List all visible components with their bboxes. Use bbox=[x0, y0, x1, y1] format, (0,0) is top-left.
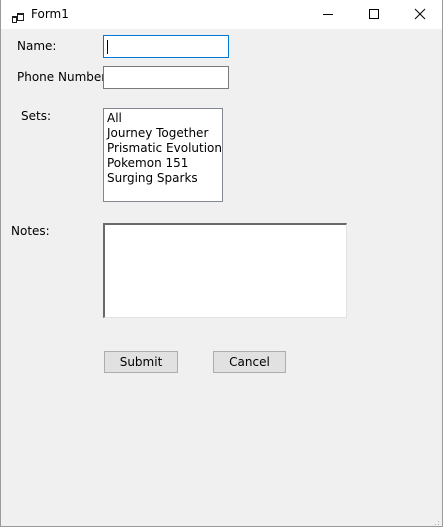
windows-form-icon bbox=[12, 8, 24, 23]
form-window: Form1 Name: Phone Number: Sets: All Jour… bbox=[0, 0, 443, 527]
maximize-button[interactable] bbox=[351, 0, 397, 29]
list-item-journey-together[interactable]: Journey Together bbox=[107, 126, 222, 141]
list-item-surging-sparks[interactable]: Surging Sparks bbox=[107, 171, 222, 186]
close-button[interactable] bbox=[397, 0, 442, 29]
list-item-prismatic-evolution[interactable]: Prismatic Evolution bbox=[107, 141, 222, 156]
phone-number-input[interactable] bbox=[103, 66, 229, 89]
list-item-all[interactable]: All bbox=[107, 111, 222, 126]
name-input[interactable] bbox=[103, 35, 229, 58]
name-label: Name: bbox=[17, 39, 57, 53]
minimize-button[interactable] bbox=[305, 0, 351, 29]
notes-label: Notes: bbox=[11, 224, 50, 238]
notes-textarea[interactable] bbox=[103, 223, 347, 318]
sets-listbox[interactable]: All Journey Together Prismatic Evolution… bbox=[103, 108, 223, 202]
window-title: Form1 bbox=[31, 7, 69, 21]
list-item-pokemon-151[interactable]: Pokemon 151 bbox=[107, 156, 222, 171]
text-caret bbox=[107, 40, 108, 54]
cancel-button[interactable]: Cancel bbox=[213, 351, 286, 373]
resize-grip-icon[interactable] bbox=[430, 514, 440, 525]
phone-number-label: Phone Number: bbox=[17, 70, 111, 84]
title-bar[interactable]: Form1 bbox=[1, 0, 442, 29]
submit-button[interactable]: Submit bbox=[104, 351, 178, 373]
sets-label: Sets: bbox=[21, 109, 51, 123]
